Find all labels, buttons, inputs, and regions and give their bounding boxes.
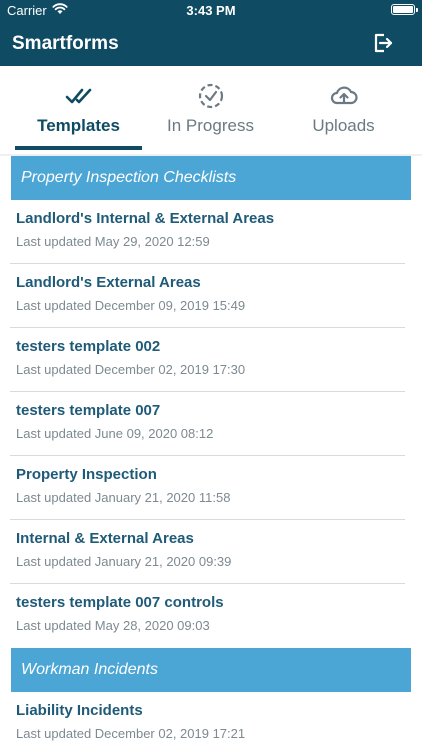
battery-icon [391, 4, 418, 15]
status-bar: Carrier 3:43 PM [0, 0, 422, 22]
active-tab-indicator [15, 146, 142, 150]
section-title: Workman Incidents [21, 661, 158, 678]
list-item[interactable]: testers template 002 Last updated Decemb… [0, 328, 422, 392]
tab-in-progress[interactable]: In Progress [140, 66, 281, 154]
tab-uploads[interactable]: Uploads [273, 66, 414, 154]
list-item[interactable]: Landlord's Internal & External Areas Las… [0, 200, 422, 264]
list-item-title: testers template 007 [16, 402, 161, 419]
list-item-subtitle: Last updated January 21, 2020 09:39 [16, 554, 232, 569]
list-item[interactable]: Landlord's External Areas Last updated D… [0, 264, 422, 328]
list-item-subtitle: Last updated December 09, 2019 15:49 [16, 298, 246, 313]
list-item[interactable]: testers template 007 Last updated June 0… [0, 392, 422, 456]
list-item[interactable]: Property Inspection Last updated January… [0, 456, 422, 520]
section-header: Property Inspection Checklists [11, 156, 411, 200]
template-list[interactable]: Property Inspection Checklists Landlord'… [0, 156, 422, 750]
tab-templates-label: Templates [37, 116, 120, 135]
list-item-title: Landlord's External Areas [16, 274, 201, 291]
tab-bar: Templates In Progress Uploads [0, 66, 422, 154]
list-item-title: Property Inspection [16, 466, 157, 483]
list-item-title: Internal & External Areas [16, 530, 194, 547]
logout-icon[interactable] [372, 32, 394, 54]
app-header: Carrier 3:43 PM Smartforms [0, 0, 422, 66]
tab-uploads-label: Uploads [312, 116, 375, 135]
cloud-upload-icon [330, 86, 358, 105]
list-item[interactable]: Internal & External Areas Last updated J… [0, 520, 422, 584]
app-title: Smartforms [12, 33, 119, 54]
section-title: Property Inspection Checklists [21, 169, 237, 186]
list-item-title: testers template 007 controls [16, 594, 224, 611]
list-item-subtitle: Last updated January 21, 2020 11:58 [16, 490, 231, 505]
list-item[interactable]: testers template 007 controls Last updat… [0, 584, 422, 648]
list-item-subtitle: Last updated December 02, 2019 17:21 [16, 726, 246, 741]
list-item-title: Liability Incidents [16, 702, 143, 719]
section-header: Workman Incidents [11, 648, 411, 692]
list-item-title: testers template 002 [16, 338, 161, 355]
status-time: 3:43 PM [186, 3, 236, 18]
dashed-circle-check-icon [198, 83, 223, 109]
list-item-subtitle: Last updated June 09, 2020 08:12 [16, 426, 214, 441]
list-item[interactable]: Liability Incidents Last updated Decembe… [0, 692, 422, 750]
tab-templates[interactable]: Templates [8, 66, 149, 154]
tab-in-progress-label: In Progress [167, 116, 254, 135]
double-check-icon [65, 88, 91, 104]
list-item-subtitle: Last updated May 29, 2020 12:59 [16, 234, 210, 249]
list-item-title: Landlord's Internal & External Areas [16, 210, 275, 227]
list-item-subtitle: Last updated May 28, 2020 09:03 [16, 618, 210, 633]
list-item-subtitle: Last updated December 02, 2019 17:30 [16, 362, 246, 377]
